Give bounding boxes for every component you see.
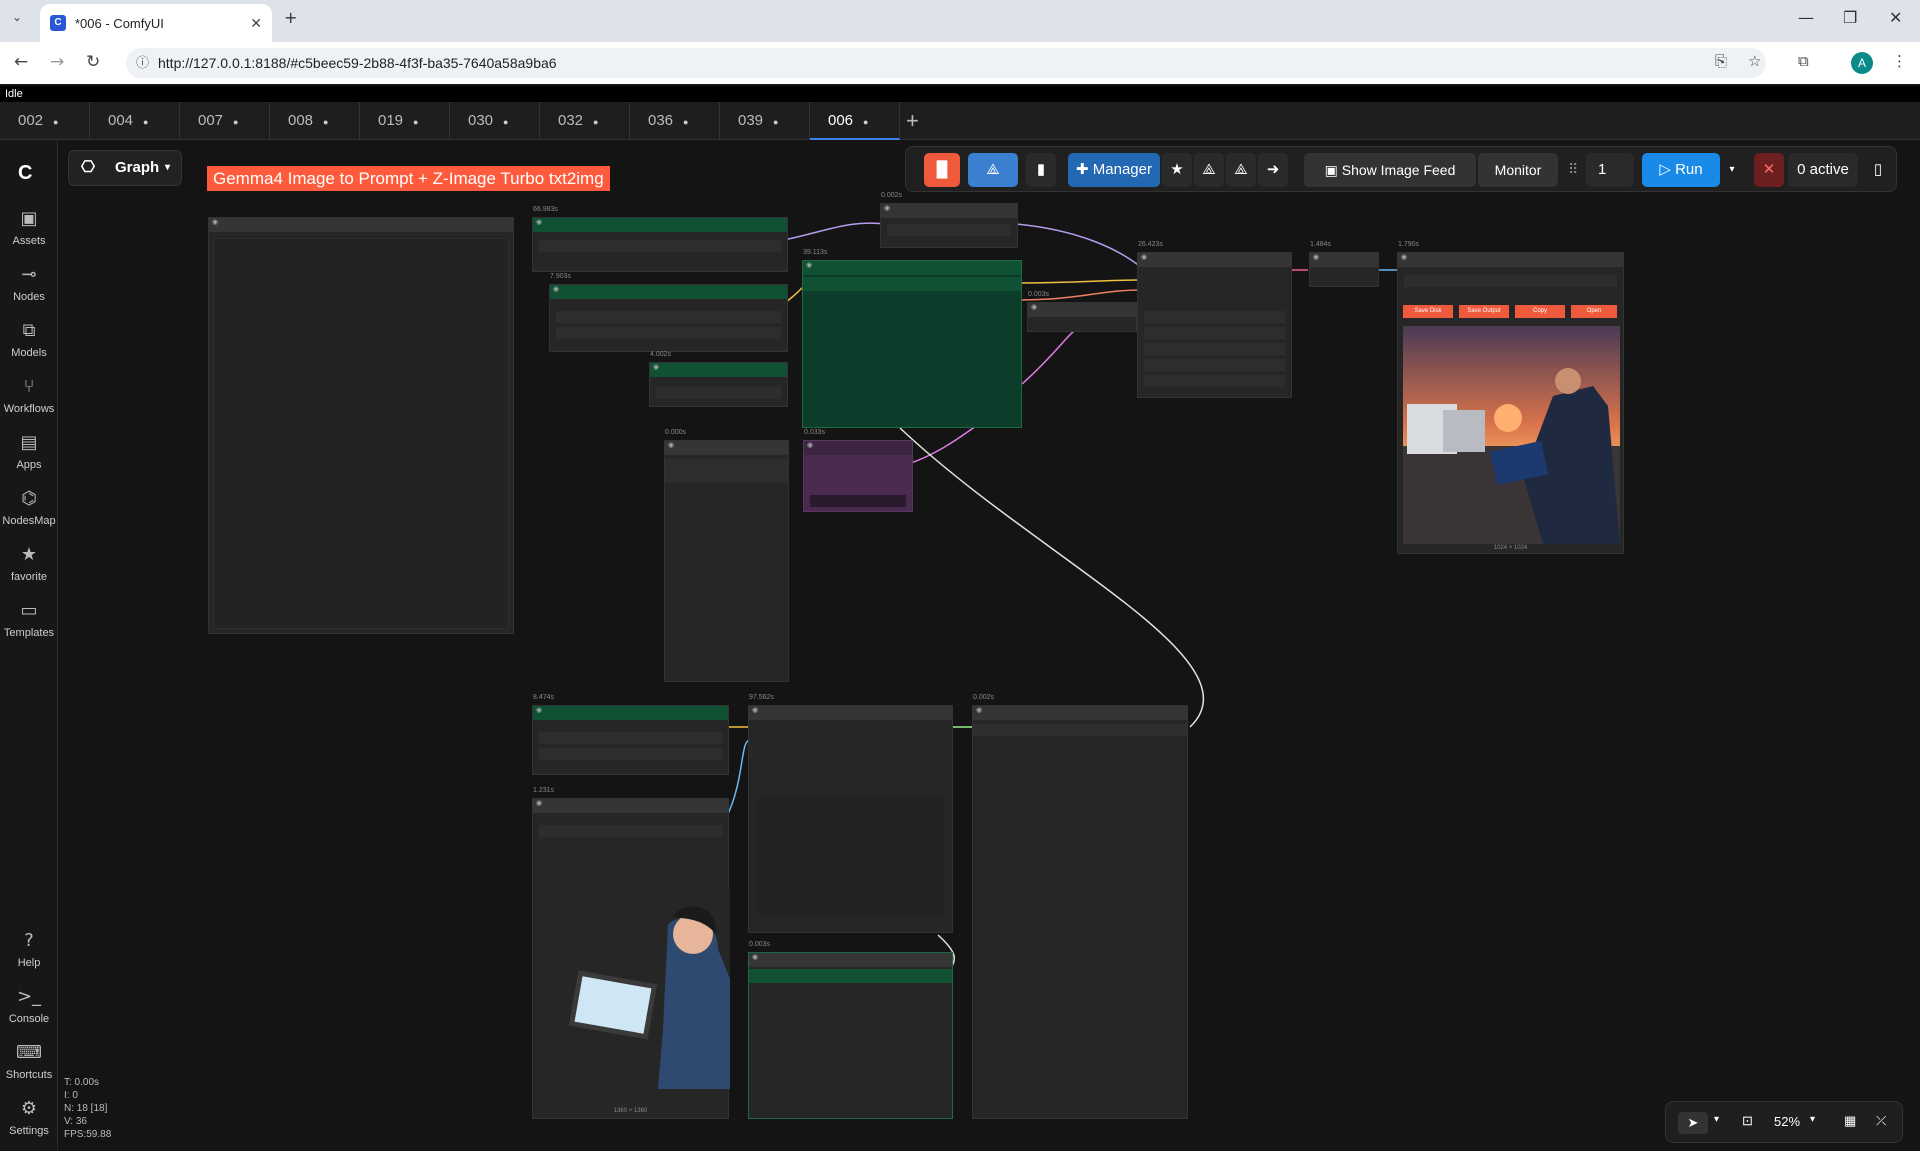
save-image-node[interactable]: 1.790s ◉ Save Disk Save Output Copy Open 10…: [1397, 241, 1624, 554]
node-header: ◉: [749, 953, 952, 967]
tool-chevron-icon[interactable]: ▾: [1714, 1114, 1719, 1125]
node-timing: 0.003s: [1028, 291, 1050, 298]
hide-links-icon[interactable]: ⤫: [1876, 1113, 1886, 1129]
widget-row[interactable]: [1144, 343, 1285, 355]
string-node[interactable]: 0.003s ◉: [748, 941, 953, 1119]
link-bottom-2: [725, 739, 751, 819]
node-timing: 66.983s: [533, 206, 558, 213]
image-loader-node[interactable]: 8.474s ◉: [532, 694, 729, 775]
node-header: ◉: [533, 218, 787, 232]
output-copy-button[interactable]: Copy: [1515, 305, 1565, 318]
node-timing: 0.000s: [665, 429, 687, 436]
widget-row[interactable]: [539, 240, 781, 252]
node-header: ◉: [533, 706, 728, 720]
node-timing: 1.484s: [1310, 241, 1332, 248]
conditioning-node[interactable]: 0.033s ◉: [803, 429, 913, 512]
small-node[interactable]: 0.002s ◉: [880, 192, 1018, 248]
node-header: ◉: [209, 218, 513, 232]
widget-row[interactable]: [556, 311, 781, 323]
node-header: ◉: [550, 285, 787, 299]
fit-view-icon[interactable]: ⊡: [1742, 1113, 1753, 1129]
note-text-area[interactable]: [213, 238, 509, 629]
output-save-output-button[interactable]: Save Output: [1459, 305, 1509, 318]
stat-line: FPS:59.88: [64, 1129, 112, 1140]
canvas-stats: T: 0.00s I: 0 N: 18 [18] V: 36 FPS:59.88: [64, 1076, 111, 1141]
node-header: ◉: [803, 261, 1021, 275]
select-tool-icon[interactable]: ➤: [1678, 1112, 1708, 1134]
text-output-area[interactable]: [757, 796, 944, 916]
widget-row[interactable]: [656, 387, 781, 399]
note-node[interactable]: ◉: [208, 217, 514, 634]
model-loader-node[interactable]: 66.983s ◉: [532, 206, 788, 272]
widget-row[interactable]: [973, 724, 1187, 736]
vae-loader-node[interactable]: 4.002s ◉: [649, 351, 788, 407]
node-header: ◉: [973, 706, 1187, 720]
generated-image: [1403, 326, 1620, 544]
node-subheader: [803, 277, 1021, 291]
minimap-icon[interactable]: ▦: [1844, 1113, 1856, 1129]
clip-loader-node[interactable]: 7.903s ◉: [549, 273, 788, 352]
node-timing: 0.033s: [804, 429, 826, 436]
widget-row[interactable]: [539, 825, 722, 837]
link-model-2: [1017, 279, 1141, 284]
stat-line: T: 0.00s: [64, 1077, 100, 1088]
prompt-node[interactable]: 39.113s ◉: [802, 249, 1022, 428]
node-header: ◉: [749, 706, 952, 720]
node-timing: 97.562s: [749, 694, 774, 701]
node-timing: 8.474s: [533, 694, 555, 701]
node-timing: 1.790s: [1398, 241, 1420, 248]
output-save-disk-button[interactable]: Save Disk: [1403, 305, 1453, 318]
output-open-button[interactable]: Open: [1571, 305, 1617, 318]
node-header: ◉: [533, 799, 728, 813]
widget-row[interactable]: [1144, 311, 1285, 323]
gemma-node[interactable]: 97.562s ◉: [748, 694, 953, 933]
input-size-caption: 1360 × 1360: [613, 1108, 648, 1114]
node-timing: 4.002s: [650, 351, 672, 358]
node-timing: 26.423s: [1138, 241, 1163, 248]
node-header: ◉: [665, 441, 788, 455]
stat-line: N: 18 [18]: [64, 1103, 108, 1114]
show-text-node[interactable]: 0.002s ◉: [972, 694, 1188, 1119]
node-timing: 0.002s: [973, 694, 995, 701]
canvas-controls: ➤ ▾ ⊡ 52% ▾ ▦ ⤫: [1665, 1101, 1903, 1143]
reroute-node[interactable]: 0.003s ◉: [1027, 291, 1137, 332]
widget-row[interactable]: [1144, 375, 1285, 387]
node-header: ◉: [1028, 303, 1136, 317]
node-timing: 0.002s: [881, 192, 903, 199]
node-header: ◉: [650, 363, 787, 377]
node-subheader: [749, 969, 952, 983]
widget-row[interactable]: [1404, 275, 1617, 287]
stat-line: I: 0: [64, 1090, 78, 1101]
node-timing: 39.113s: [803, 249, 828, 256]
image-size-caption: 1024 × 1024: [1493, 545, 1528, 551]
link-cond: [1021, 327, 1081, 385]
link-clip-2: [1015, 223, 1143, 269]
node-header: ◉: [804, 441, 912, 455]
widget-row[interactable]: [665, 459, 788, 483]
node-header: ◉: [1310, 253, 1378, 267]
zoom-level[interactable]: 52%: [1774, 1114, 1800, 1129]
load-image-node[interactable]: 1.231s ◉ 1360 × 1360: [532, 787, 730, 1119]
link-string: [899, 427, 1205, 728]
widget-row[interactable]: [539, 732, 722, 744]
node-timing: 0.003s: [749, 941, 771, 948]
stat-line: V: 36: [64, 1116, 87, 1127]
ksampler-node[interactable]: 26.423s ◉: [1137, 241, 1292, 398]
node-timing: 7.903s: [550, 273, 572, 280]
widget-row[interactable]: [556, 327, 781, 339]
widget-row[interactable]: [1144, 327, 1285, 339]
zoom-chevron-icon[interactable]: ▾: [1810, 1114, 1815, 1125]
widget-row[interactable]: [810, 495, 906, 507]
widget-row[interactable]: [539, 748, 722, 760]
node-header: ◉: [1398, 253, 1623, 267]
widget-row[interactable]: [1144, 359, 1285, 371]
input-image: [568, 889, 730, 1089]
link-clip: [783, 222, 886, 241]
node-timing: 1.231s: [533, 787, 555, 794]
vae-decode-node[interactable]: 1.484s ◉: [1309, 241, 1379, 287]
node-header: ◉: [881, 204, 1017, 218]
widget-row[interactable]: [887, 224, 1011, 236]
primitive-node[interactable]: 0.000s ◉: [664, 429, 789, 682]
node-header: ◉: [1138, 253, 1291, 267]
